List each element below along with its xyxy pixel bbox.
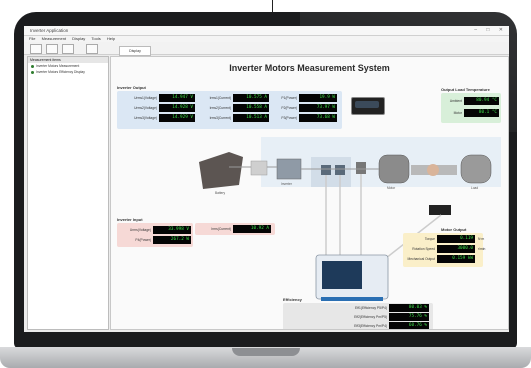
- load-shape: [460, 154, 492, 184]
- efficiency-row: Eff3(Efficiency Pm/P4) 60.76 %: [287, 322, 432, 329]
- window-titlebar: Inverter Application – □ ✕: [24, 26, 509, 36]
- input-row: P4(Power) 267.2 W: [119, 236, 191, 244]
- inverter-shape: [276, 158, 302, 180]
- measurement-canvas: Inverter Motors Measurement System Inver…: [110, 56, 509, 330]
- open-icon[interactable]: [46, 44, 58, 54]
- menu-file[interactable]: File: [29, 36, 35, 41]
- efficiency-label: Efficiency: [283, 297, 302, 302]
- input-label: P4(Power): [135, 238, 151, 242]
- toolbar: [24, 42, 509, 55]
- input-current-row: Irms(Current) 10.92 A: [197, 225, 273, 233]
- motor-row: Mechanical Output 0.159 kW: [405, 255, 505, 263]
- input-row: Urms(Voltage) 33.998 V: [119, 226, 191, 234]
- efficiency-row-label: Eff1(Efficiency P5/P4): [355, 306, 387, 310]
- efficiency-row-label: Eff3(Efficiency Pm/P4): [354, 324, 387, 328]
- load-caption: Load: [471, 186, 479, 190]
- battery-caption: Battery: [215, 191, 226, 195]
- motor-caption: Motor: [387, 186, 396, 190]
- input-current-value: 10.92 A: [233, 225, 271, 233]
- coupling-shape: [427, 164, 439, 176]
- efficiency-row: Eff1(Efficiency P5/P4) 80.03 %: [287, 304, 432, 312]
- sensor-shape: [335, 165, 345, 175]
- sensor-shape: [321, 165, 331, 175]
- menu-tools[interactable]: Tools: [91, 36, 100, 41]
- motor-unit: N·m: [478, 237, 485, 241]
- motor-row: Torque 0.119 N·m: [405, 235, 505, 243]
- cable: [272, 0, 273, 12]
- motor-shape: [378, 154, 410, 184]
- inverter-input-label: Inverter Input: [117, 217, 143, 222]
- save-icon[interactable]: [62, 44, 74, 54]
- efficiency-value: 80.03 %: [389, 304, 429, 312]
- battery-shape: [199, 152, 243, 189]
- motor-unit: r/min: [478, 247, 486, 251]
- window-controls[interactable]: – □ ✕: [474, 27, 507, 33]
- print-icon[interactable]: [86, 44, 98, 54]
- inverter-caption: Inverter: [281, 182, 292, 186]
- motor-output-label: Motor Output: [441, 227, 467, 232]
- motor-row: Rotation Speed 3000.0 r/min: [405, 245, 505, 253]
- efficiency-row-label: Eff2(Efficiency Pm/P5): [354, 315, 387, 319]
- analyzer-display: [322, 261, 362, 289]
- input-current-label: Irms(Current): [211, 227, 231, 231]
- analyzer-base: [321, 297, 383, 301]
- input-value: 33.998 V: [153, 226, 191, 234]
- system-diagram: [199, 137, 501, 301]
- breaker-shape: [250, 160, 268, 176]
- menu-help[interactable]: Help: [107, 36, 115, 41]
- input-label: Urms(Voltage): [129, 228, 151, 232]
- motor-label: Rotation Speed: [412, 247, 435, 251]
- input-value: 267.2 W: [153, 236, 191, 244]
- screen: Inverter Application – □ ✕ File Measurem…: [24, 26, 509, 332]
- motor-value: 0.119: [437, 235, 475, 243]
- torque-meter-shape: [429, 205, 451, 215]
- menu-display[interactable]: Display: [72, 36, 85, 41]
- tree-item[interactable]: Inverter Motors Efficiency Display: [28, 69, 108, 75]
- new-icon[interactable]: [30, 44, 42, 54]
- base-notch: [232, 348, 300, 356]
- efficiency-value: 75.76 %: [389, 313, 429, 321]
- motor-value: 0.159 kW: [437, 255, 475, 263]
- efficiency-value: 60.76 %: [389, 322, 429, 329]
- motor-label: Mechanical Output: [407, 257, 436, 261]
- motor-value: 3000.0: [437, 245, 475, 253]
- efficiency-row: Eff2(Efficiency Pm/P5) 75.76 %: [287, 313, 432, 321]
- window-title: Inverter Application: [30, 28, 69, 33]
- motor-label: Torque: [424, 237, 435, 241]
- tab-display[interactable]: Display: [119, 46, 151, 56]
- tree-panel: Measurement items Inverter Motors Measur…: [27, 56, 109, 330]
- sensor-shape: [356, 162, 366, 174]
- menu-measurement[interactable]: Measurement: [42, 36, 66, 41]
